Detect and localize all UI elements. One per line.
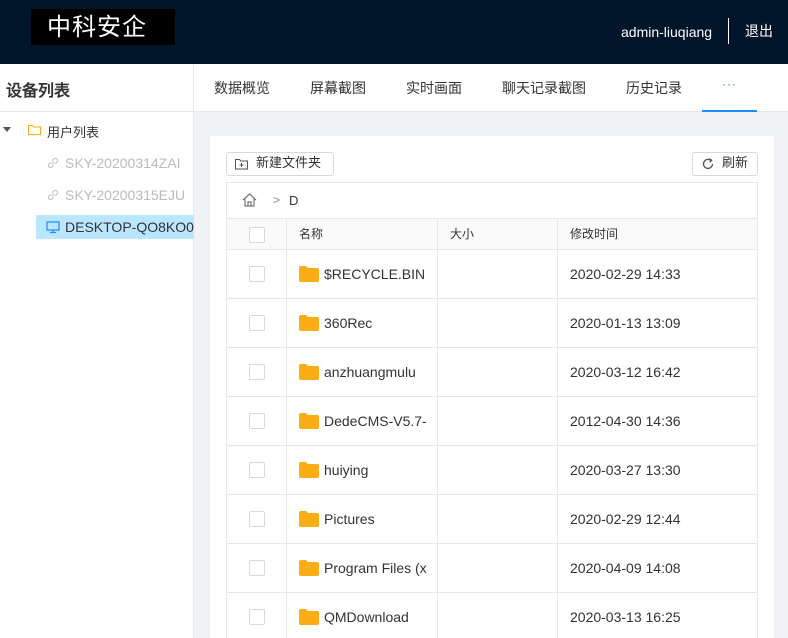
tab-history[interactable]: 历史记录 [626, 78, 682, 98]
column-header-size[interactable]: 大小 [450, 219, 474, 250]
file-name[interactable]: DedeCMS-V5.7- [324, 413, 437, 429]
folder-icon [299, 560, 319, 576]
top-header: 中科安企 admin-liuqiang 退出 [0, 0, 788, 64]
row-checkbox[interactable] [249, 266, 265, 282]
tab-screenshots[interactable]: 屏幕截图 [310, 78, 366, 98]
select-all-checkbox[interactable] [249, 227, 265, 243]
refresh-label: 刷新 [722, 156, 749, 171]
sidebar-title: 设备列表 [6, 81, 71, 100]
folder-add-icon [235, 159, 248, 170]
desktop-monitor-icon [46, 221, 60, 234]
file-name[interactable]: QMDownload [324, 609, 437, 625]
file-browser-panel: 新建文件夹 刷新 > D 名称 大小 修改时间 $RECYCLE.BIN 202… [210, 136, 774, 638]
device-item-selected[interactable]: DESKTOP-QO8KO0 [36, 215, 194, 239]
device-label: DESKTOP-QO8KO0 [65, 219, 194, 235]
file-modified: 2020-01-13 13:09 [570, 315, 681, 331]
folder-icon [299, 462, 319, 478]
tab-live-view[interactable]: 实时画面 [406, 78, 462, 98]
breadcrumb: > D [226, 182, 758, 218]
folder-icon [299, 413, 319, 429]
file-modified: 2020-03-27 13:30 [570, 462, 681, 478]
new-folder-label: 新建文件夹 [256, 156, 322, 171]
folder-icon [299, 266, 319, 282]
row-checkbox[interactable] [249, 315, 265, 331]
refresh-button[interactable]: 刷新 [692, 152, 758, 176]
row-checkbox[interactable] [249, 364, 265, 380]
tab-more[interactable]: ··· [702, 64, 757, 112]
column-header-name[interactable]: 名称 [299, 219, 323, 250]
file-name[interactable]: anzhuangmulu [324, 364, 437, 380]
file-modified: 2020-02-29 14:33 [570, 266, 681, 282]
link-icon [47, 157, 59, 169]
app-logo: 中科安企 [31, 9, 175, 45]
row-checkbox[interactable] [249, 462, 265, 478]
folder-outline-icon [28, 125, 41, 135]
column-header-modified[interactable]: 修改时间 [570, 219, 618, 250]
file-table: 名称 大小 修改时间 $RECYCLE.BIN 2020-02-29 14:33… [226, 218, 758, 638]
file-modified: 2020-03-12 16:42 [570, 364, 681, 380]
file-modified: 2020-04-09 14:08 [570, 560, 681, 576]
tree-node-user-list[interactable]: 用户列表 [0, 120, 194, 142]
table-row[interactable]: 360Rec 2020-01-13 13:09 [227, 299, 757, 348]
logout-button[interactable]: 退出 [745, 22, 773, 42]
table-header: 名称 大小 修改时间 [227, 219, 757, 250]
sidebar-divider [0, 111, 194, 112]
folder-icon [299, 511, 319, 527]
row-checkbox[interactable] [249, 413, 265, 429]
link-icon [47, 189, 59, 201]
row-checkbox[interactable] [249, 511, 265, 527]
folder-icon [299, 364, 319, 380]
header-divider [728, 18, 729, 44]
device-sidebar: 设备列表 用户列表 SKY-20200314ZAI SKY-20200315EJ… [0, 64, 194, 638]
device-label: SKY-20200315EJU [65, 187, 186, 203]
folder-icon [299, 609, 319, 625]
username[interactable]: admin-liuqiang [621, 22, 712, 42]
file-modified: 2020-03-13 16:25 [570, 609, 681, 625]
device-item-offline[interactable]: SKY-20200314ZAI [36, 151, 194, 175]
table-row[interactable]: Pictures 2020-02-29 12:44 [227, 495, 757, 544]
file-name[interactable]: huiying [324, 462, 437, 478]
file-name[interactable]: Pictures [324, 511, 437, 527]
file-name[interactable]: 360Rec [324, 315, 437, 331]
new-folder-button[interactable]: 新建文件夹 [226, 152, 334, 176]
table-row[interactable]: $RECYCLE.BIN 2020-02-29 14:33 [227, 250, 757, 299]
row-checkbox[interactable] [249, 609, 265, 625]
file-modified: 2020-02-29 12:44 [570, 511, 681, 527]
table-row[interactable]: QMDownload 2020-03-13 16:25 [227, 593, 757, 638]
table-row[interactable]: huiying 2020-03-27 13:30 [227, 446, 757, 495]
file-modified: 2012-04-30 14:36 [570, 413, 681, 429]
device-label: SKY-20200314ZAI [65, 155, 181, 171]
tab-data-overview[interactable]: 数据概览 [214, 78, 270, 98]
table-row[interactable]: anzhuangmulu 2020-03-12 16:42 [227, 348, 757, 397]
refresh-icon [702, 158, 714, 170]
breadcrumb-separator: > [273, 193, 281, 207]
device-item-offline[interactable]: SKY-20200315EJU [36, 183, 194, 207]
home-icon[interactable] [242, 193, 257, 207]
row-checkbox[interactable] [249, 560, 265, 576]
table-row[interactable]: DedeCMS-V5.7- 2012-04-30 14:36 [227, 397, 757, 446]
table-row[interactable]: Program Files (x 2020-04-09 14:08 [227, 544, 757, 593]
content-area: 新建文件夹 刷新 > D 名称 大小 修改时间 $RECYCLE.BIN 202… [194, 112, 788, 638]
file-name[interactable]: $RECYCLE.BIN [324, 266, 437, 282]
file-name[interactable]: Program Files (x [324, 560, 437, 576]
main-tabs: 数据概览 屏幕截图 实时画面 聊天记录截图 历史记录 ··· [194, 64, 788, 112]
tree-root-label: 用户列表 [47, 126, 100, 141]
caret-down-icon[interactable] [3, 127, 11, 132]
breadcrumb-current[interactable]: D [289, 193, 298, 208]
tab-chat-screenshots[interactable]: 聊天记录截图 [502, 78, 586, 98]
folder-icon [299, 315, 319, 331]
